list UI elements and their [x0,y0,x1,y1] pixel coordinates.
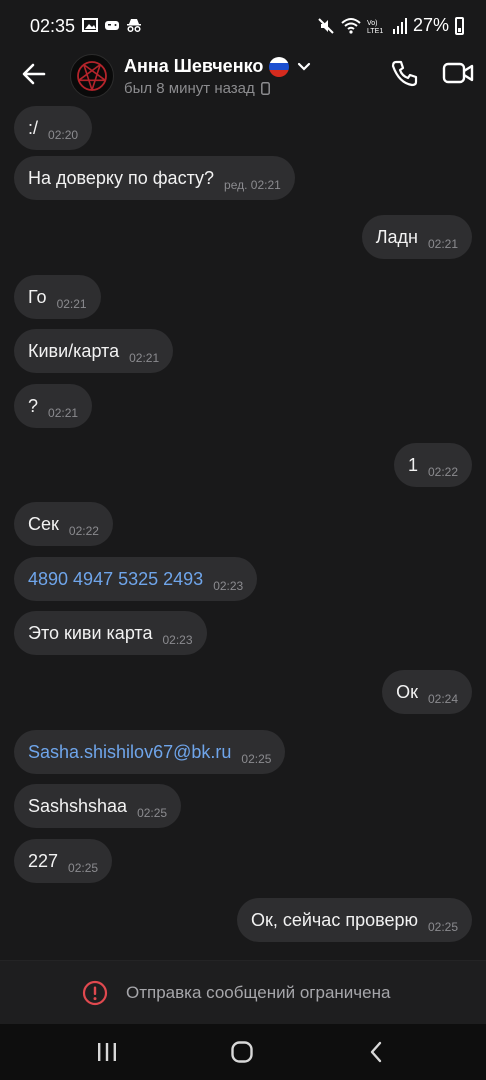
message-text: Го [28,286,47,307]
message-text: Сек [28,513,59,534]
recent-apps-icon[interactable] [96,1042,118,1062]
message-bubble[interactable]: 227 02:25 [14,839,113,883]
nav-back-icon[interactable] [369,1041,383,1063]
chevron-down-icon[interactable] [297,60,311,74]
message-text: Sashshshaa [28,795,128,816]
phone-icon[interactable] [390,58,420,88]
messaging-restricted-banner: Отправка сообщений ограничена [0,960,486,1025]
message-text: Ок, сейчас проверю [250,909,418,930]
message-time: 02:21 [56,297,87,311]
gamepad-icon [105,21,119,30]
chat-header: Анна Шевченко был 8 минут назад [0,50,486,102]
message-bubble[interactable]: Это киви карта 02:23 [14,611,207,655]
message-bubble[interactable]: Ладн 02:21 [361,215,472,259]
warning-icon [82,980,108,1006]
message-time: 02:20 [48,128,79,142]
message-bubble[interactable]: ? 02:21 [14,384,93,428]
message-text: Ок [396,681,418,702]
message-bubble[interactable]: 1 02:22 [393,443,472,487]
russian-flag-icon [269,56,290,77]
message-text: :/ [28,117,39,138]
system-nav-bar [0,1024,486,1080]
message-time: 02:25 [241,752,272,766]
gallery-icon [82,18,98,32]
battery-percent: 27% [412,15,449,35]
signal-icon [392,17,407,34]
message-bubble[interactable]: Sashshshaa 02:25 [14,784,182,828]
message-text: ? [28,395,39,416]
status-bar: 02:35 Vo) LTE1 27% [0,0,486,54]
message-time: 02:25 [427,920,458,934]
message-text: 1 [407,454,418,475]
pentagram-icon [77,61,107,91]
message-text: Киви/карта [28,340,120,361]
card-number-link[interactable]: 4890 4947 5325 2493 [28,569,203,590]
message-bubble[interactable]: Киви/карта 02:21 [14,329,174,373]
svg-text:Vo): Vo) [367,20,378,27]
restriction-text: Отправка сообщений ограничена [126,983,391,1002]
message-time: 02:24 [427,692,458,706]
message-text: Ладн [375,226,418,247]
message-bubble[interactable]: Сек 02:22 [14,502,113,546]
message-time: 02:21 [427,237,458,251]
message-bubble[interactable]: :/ 02:20 [14,106,93,150]
message-time: 02:23 [162,633,193,647]
message-time: 02:25 [137,806,168,820]
message-time: 02:21 [48,406,79,420]
message-text: Это киви карта [28,622,153,643]
message-text: На доверку по фасту? [28,167,215,188]
contact-name[interactable]: Анна Шевченко [124,56,263,77]
message-time: 02:23 [213,579,244,593]
message-time: ред. 02:21 [224,178,281,192]
avatar[interactable] [70,54,114,98]
incognito-icon [127,19,141,33]
message-text: 227 [28,850,59,871]
svg-text:LTE1: LTE1 [367,28,383,35]
message-bubble[interactable]: 4890 4947 5325 2493 02:23 [14,557,258,601]
video-call-icon[interactable] [442,60,474,86]
message-bubble[interactable]: На доверку по фасту? ред. 02:21 [14,156,295,200]
battery-icon [455,16,464,35]
message-bubble[interactable]: Ок 02:24 [382,670,472,714]
message-bubble[interactable]: Ок, сейчас проверю 02:25 [236,898,472,942]
message-bubble[interactable]: Sasha.shishilov67@bk.ru 02:25 [14,730,286,774]
home-icon[interactable] [231,1041,253,1063]
back-arrow-icon[interactable] [20,60,48,88]
message-time: 02:22 [68,524,99,538]
volte-icon: Vo)LTE1 [367,20,383,35]
message-time: 02:25 [68,861,99,875]
message-time: 02:21 [129,351,160,365]
last-seen-text: был 8 минут назад [124,80,255,97]
mute-icon [318,17,334,34]
wifi-icon [341,17,361,34]
mobile-device-icon [260,82,270,95]
email-link[interactable]: Sasha.shishilov67@bk.ru [28,742,231,763]
message-list[interactable]: :/ 02:20 На доверку по фасту? ред. 02:21… [0,104,486,960]
message-time: 02:22 [427,465,458,479]
message-bubble[interactable]: Го 02:21 [14,275,101,319]
status-time: 02:35 [30,16,76,36]
last-seen-status: был 8 минут назад [124,80,270,97]
